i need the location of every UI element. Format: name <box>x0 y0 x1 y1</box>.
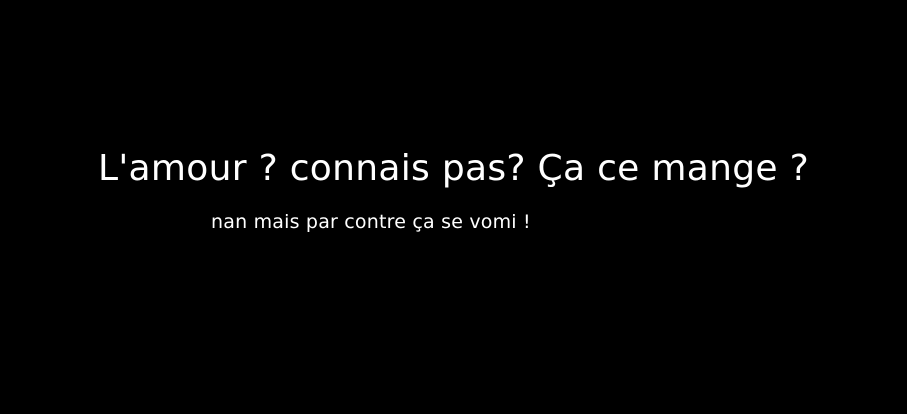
subline-text: nan mais par contre ça se vomi ! <box>211 211 531 233</box>
text-image: L'amour ? connais pas? Ça ce mange ? nan… <box>0 0 907 414</box>
headline-text: L'amour ? connais pas? Ça ce mange ? <box>98 148 809 189</box>
